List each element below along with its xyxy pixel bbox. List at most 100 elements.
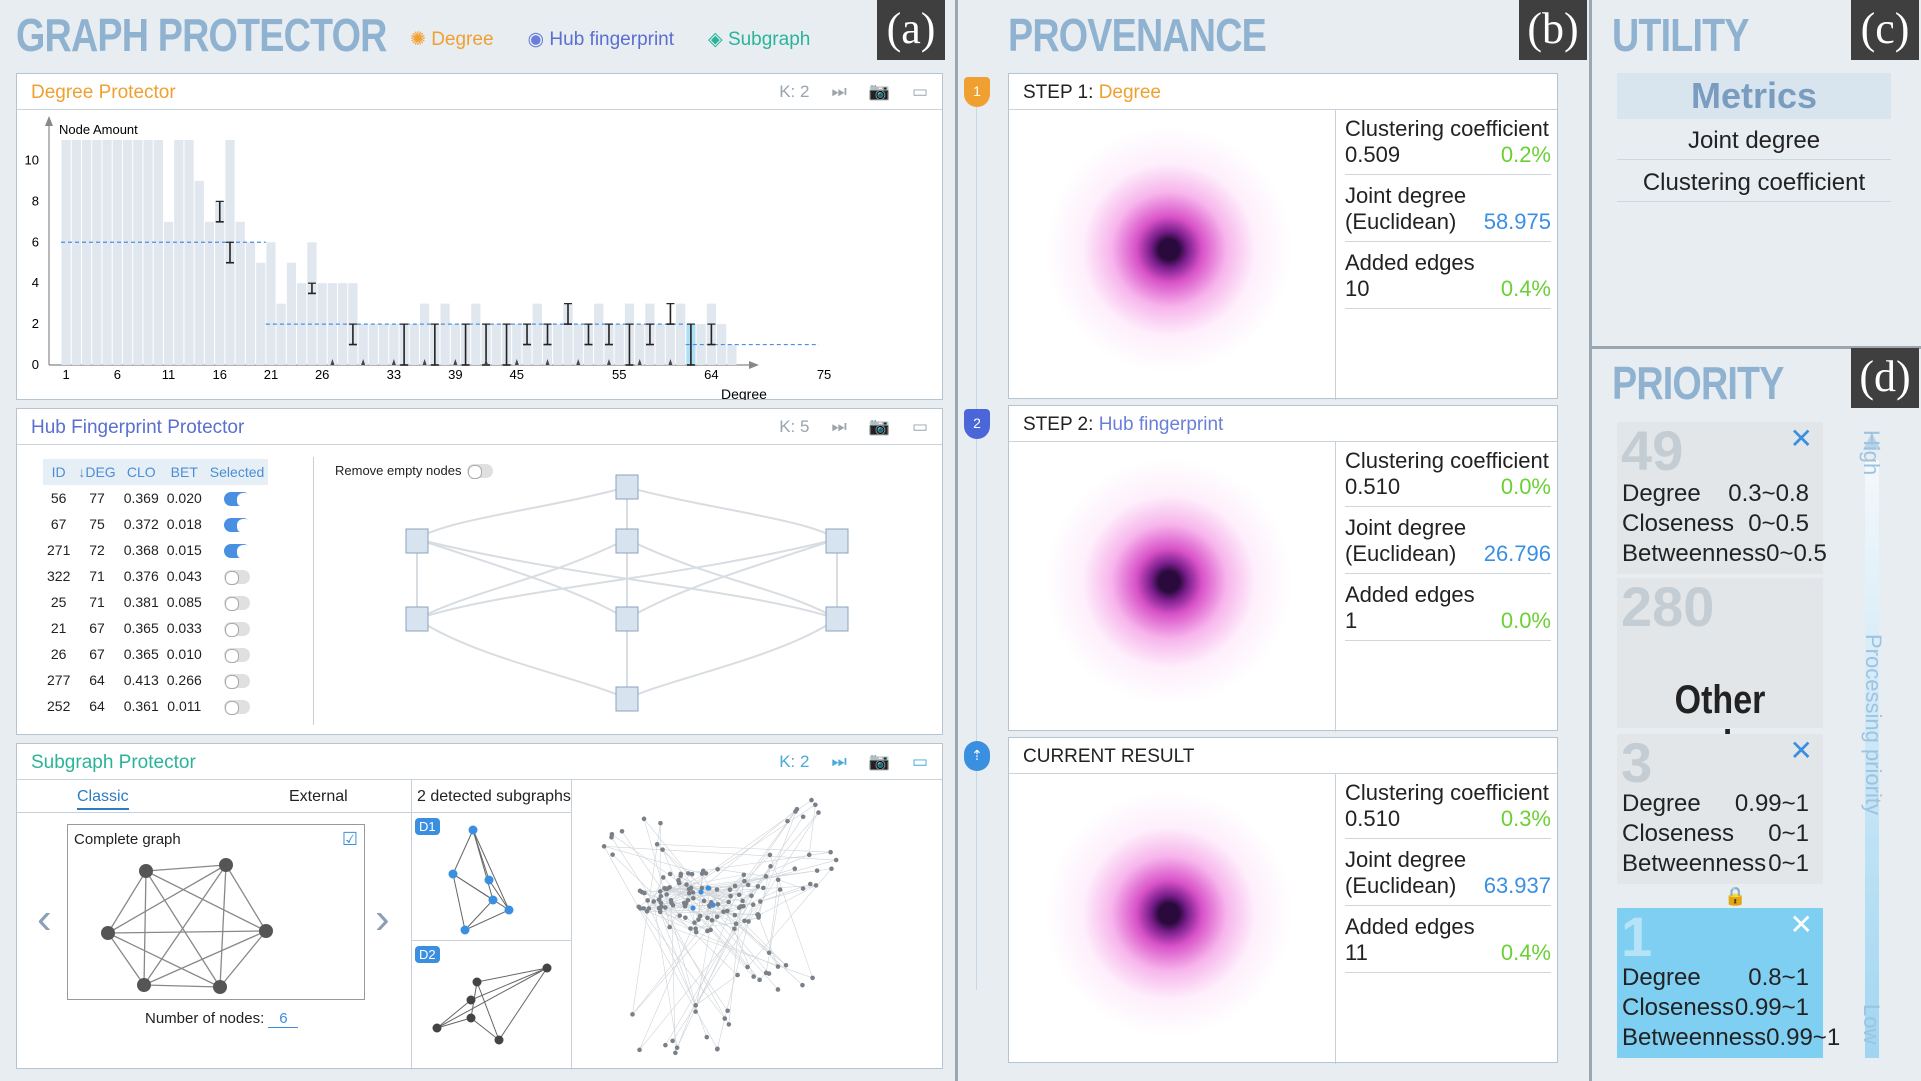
network-node[interactable] <box>693 1009 698 1014</box>
network-node[interactable] <box>775 877 781 883</box>
highlight-node[interactable] <box>690 905 696 911</box>
table-row[interactable]: 25 71 0.381 0.085 <box>43 589 268 615</box>
histogram-bar[interactable] <box>389 324 399 365</box>
network-node[interactable] <box>800 886 806 891</box>
network-node[interactable] <box>688 926 693 931</box>
network-node[interactable] <box>726 1022 732 1027</box>
histogram-bar[interactable] <box>266 242 276 365</box>
histogram-bar[interactable] <box>358 324 368 365</box>
chevron-right-icon[interactable]: › <box>375 894 390 944</box>
window-icon[interactable]: ▭ <box>912 752 928 772</box>
network-node[interactable] <box>755 912 761 917</box>
priority-card-other[interactable]: 280 Other nodes <box>1617 575 1823 767</box>
network-node[interactable] <box>656 897 662 902</box>
network-node[interactable] <box>763 874 769 879</box>
graph-node[interactable] <box>139 864 153 878</box>
network-node[interactable] <box>828 849 833 855</box>
network-node[interactable] <box>662 885 667 891</box>
histogram-bar[interactable] <box>256 262 266 365</box>
network-node[interactable] <box>763 970 769 976</box>
network-node[interactable] <box>794 806 800 812</box>
network-node[interactable] <box>654 842 660 847</box>
network-node[interactable] <box>816 810 821 815</box>
network-node[interactable] <box>619 828 625 834</box>
histogram-bar[interactable] <box>655 324 665 365</box>
network-node[interactable] <box>678 871 684 877</box>
histogram-bar[interactable] <box>307 242 317 365</box>
network-node[interactable] <box>751 974 756 979</box>
network-node[interactable] <box>725 908 730 914</box>
network-node[interactable] <box>676 880 682 886</box>
network-node[interactable] <box>667 885 672 890</box>
network-node[interactable] <box>645 898 650 903</box>
graph-node[interactable] <box>137 978 151 992</box>
selected-toggle[interactable] <box>224 570 251 586</box>
graph-node[interactable] <box>101 926 115 940</box>
network-node[interactable] <box>673 1050 678 1056</box>
selected-toggle[interactable] <box>224 596 251 612</box>
network-node[interactable] <box>736 892 742 898</box>
network-node[interactable] <box>657 889 663 894</box>
network-node[interactable] <box>636 904 642 910</box>
network-node[interactable] <box>701 898 707 904</box>
skip-forward-icon[interactable]: ⏭ <box>831 417 846 437</box>
lattice-node[interactable] <box>615 686 639 712</box>
histogram-bar[interactable] <box>450 324 460 365</box>
selected-toggle[interactable] <box>224 544 252 560</box>
network-node[interactable] <box>775 987 781 992</box>
network-node[interactable] <box>785 818 790 824</box>
highlight-node[interactable] <box>705 885 711 891</box>
histogram-bar[interactable] <box>553 324 563 365</box>
network-node[interactable] <box>664 892 670 897</box>
network-node[interactable] <box>660 847 665 852</box>
network-node[interactable] <box>800 982 805 988</box>
histogram-bar[interactable] <box>276 303 286 365</box>
network-node[interactable] <box>686 890 692 896</box>
network-node[interactable] <box>741 872 747 878</box>
network-node[interactable] <box>732 912 738 918</box>
network-node[interactable] <box>733 921 739 927</box>
column-header[interactable]: Selected <box>205 459 269 485</box>
graph-node[interactable] <box>259 924 273 938</box>
network-node[interactable] <box>742 878 747 884</box>
network-node[interactable] <box>715 866 720 872</box>
legend-subgraph[interactable]: ◈ Subgraph <box>708 28 810 51</box>
network-node[interactable] <box>742 918 747 924</box>
histogram-bar[interactable] <box>635 324 645 365</box>
network-node[interactable] <box>760 885 766 891</box>
network-node[interactable] <box>683 901 689 906</box>
network-node[interactable] <box>732 926 737 932</box>
network-node[interactable] <box>810 975 815 981</box>
lattice-node[interactable] <box>615 474 639 500</box>
histogram-bar[interactable] <box>81 140 92 365</box>
histogram-bar[interactable] <box>532 303 542 365</box>
network-node[interactable] <box>689 871 695 877</box>
network-node[interactable] <box>677 913 683 918</box>
histogram-bar[interactable] <box>676 303 686 365</box>
legend-hub[interactable]: ◉ Hub fingerprint <box>528 28 675 51</box>
close-icon[interactable]: ✕ <box>1790 422 1813 455</box>
window-icon[interactable]: ▭ <box>912 82 928 102</box>
network-node[interactable] <box>674 1045 680 1051</box>
table-row[interactable]: 26 67 0.365 0.010 <box>43 641 268 667</box>
histogram-bar[interactable] <box>419 303 430 365</box>
histogram-bar[interactable] <box>143 140 153 365</box>
camera-icon[interactable]: 📷 <box>869 417 890 437</box>
selected-toggle[interactable] <box>224 674 251 690</box>
histogram-bar[interactable] <box>122 140 133 365</box>
selected-toggle[interactable] <box>224 492 252 508</box>
priority-card-49[interactable]: 49 ✕ Degree 0.3~0.8 Closeness 0~0.5 Betwee… <box>1617 419 1827 574</box>
network-node[interactable] <box>601 844 607 849</box>
network-node[interactable] <box>808 881 813 887</box>
nodes-input[interactable]: 6 <box>268 1010 299 1028</box>
network-node[interactable] <box>684 882 689 887</box>
column-header[interactable]: ↓DEG <box>74 459 120 485</box>
histogram-bar[interactable] <box>440 303 450 365</box>
network-node[interactable] <box>663 1042 668 1048</box>
network-node[interactable] <box>683 915 688 920</box>
histogram-bar[interactable] <box>594 303 604 365</box>
network-node[interactable] <box>663 905 668 910</box>
histogram-bar[interactable] <box>491 324 501 365</box>
network-node[interactable] <box>610 852 615 857</box>
legend-degree[interactable]: ✺ Degree <box>410 28 494 51</box>
